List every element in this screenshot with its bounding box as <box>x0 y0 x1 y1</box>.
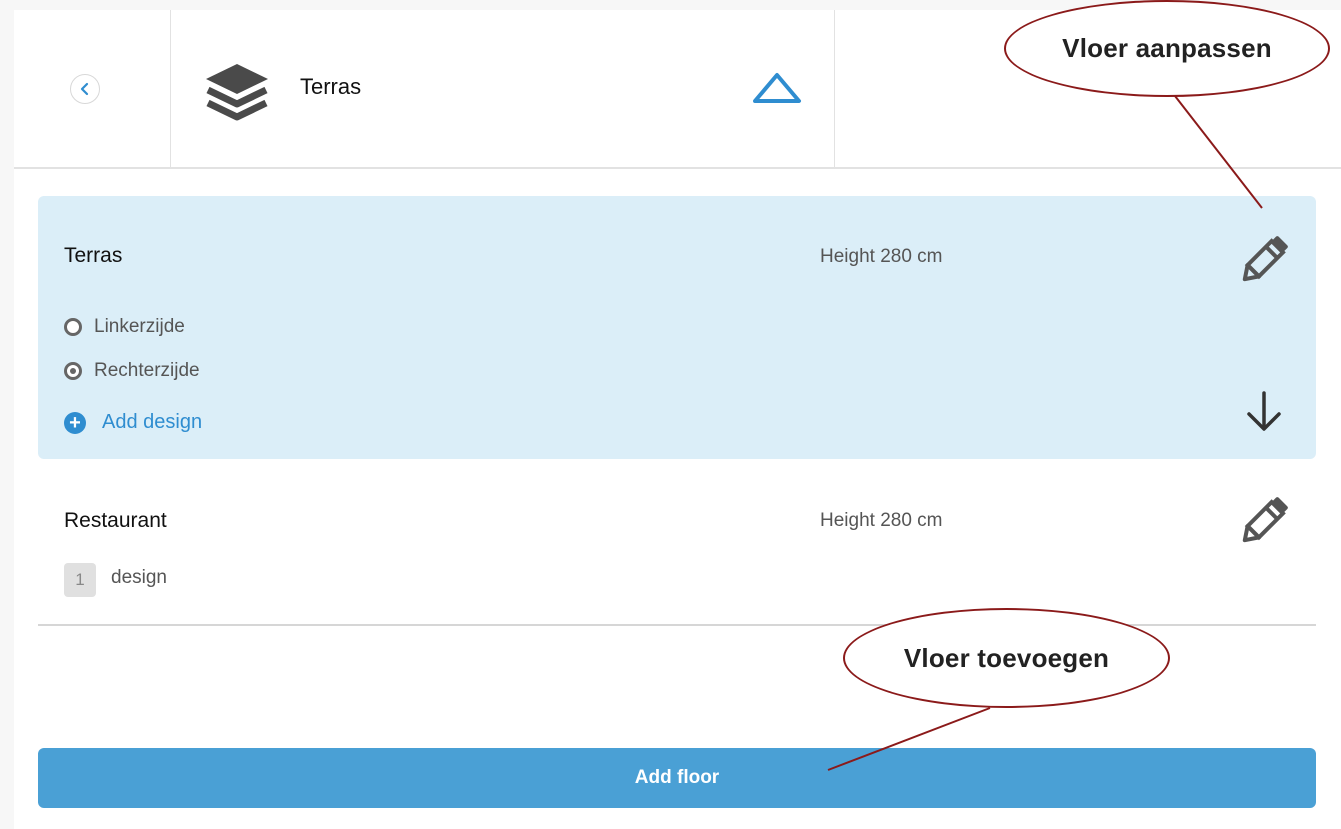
floor-panel: Terras Terras Height 280 cm Linkerzijde … <box>14 10 1341 829</box>
floor-height: Height 280 cm <box>820 246 943 267</box>
floor-height: Height 280 cm <box>820 510 943 531</box>
back-button[interactable] <box>70 74 100 104</box>
add-design-label: Add design <box>102 411 203 433</box>
floor-card-terras[interactable]: Terras Height 280 cm Linkerzijde Rechter… <box>38 196 1316 459</box>
design-label: Linkerzijde <box>94 316 185 337</box>
plus-circle-icon: + <box>64 411 86 434</box>
header-divider <box>170 10 171 167</box>
design-count-label: design <box>111 567 167 588</box>
floor-name: Terras <box>64 244 123 267</box>
header-divider <box>834 10 835 167</box>
design-item-linkerzijde[interactable]: Linkerzijde <box>64 314 185 340</box>
design-radio-selected[interactable] <box>64 362 82 380</box>
add-floor-button[interactable]: Add floor <box>38 748 1316 808</box>
header-floor-title: Terras <box>300 74 362 99</box>
annotation-edit-floor: Vloer aanpassen <box>1004 0 1330 97</box>
chevron-left-icon <box>80 82 89 96</box>
design-count-badge: 1 <box>64 563 96 597</box>
add-design-button[interactable]: + Add design <box>64 411 202 434</box>
triangle-up-icon[interactable] <box>752 72 802 104</box>
pencil-icon[interactable] <box>1234 226 1298 290</box>
floor-row-restaurant[interactable]: Restaurant Height 280 cm 1 design <box>38 459 1316 624</box>
pencil-icon[interactable] <box>1234 487 1298 551</box>
design-label: Rechterzijde <box>94 360 200 381</box>
floor-name: Restaurant <box>64 509 167 532</box>
design-item-rechterzijde[interactable]: Rechterzijde <box>64 358 200 384</box>
annotation-add-floor: Vloer toevoegen <box>843 608 1170 708</box>
layers-icon <box>206 64 268 121</box>
arrow-down-icon[interactable] <box>1244 390 1284 432</box>
design-radio[interactable] <box>64 318 82 336</box>
